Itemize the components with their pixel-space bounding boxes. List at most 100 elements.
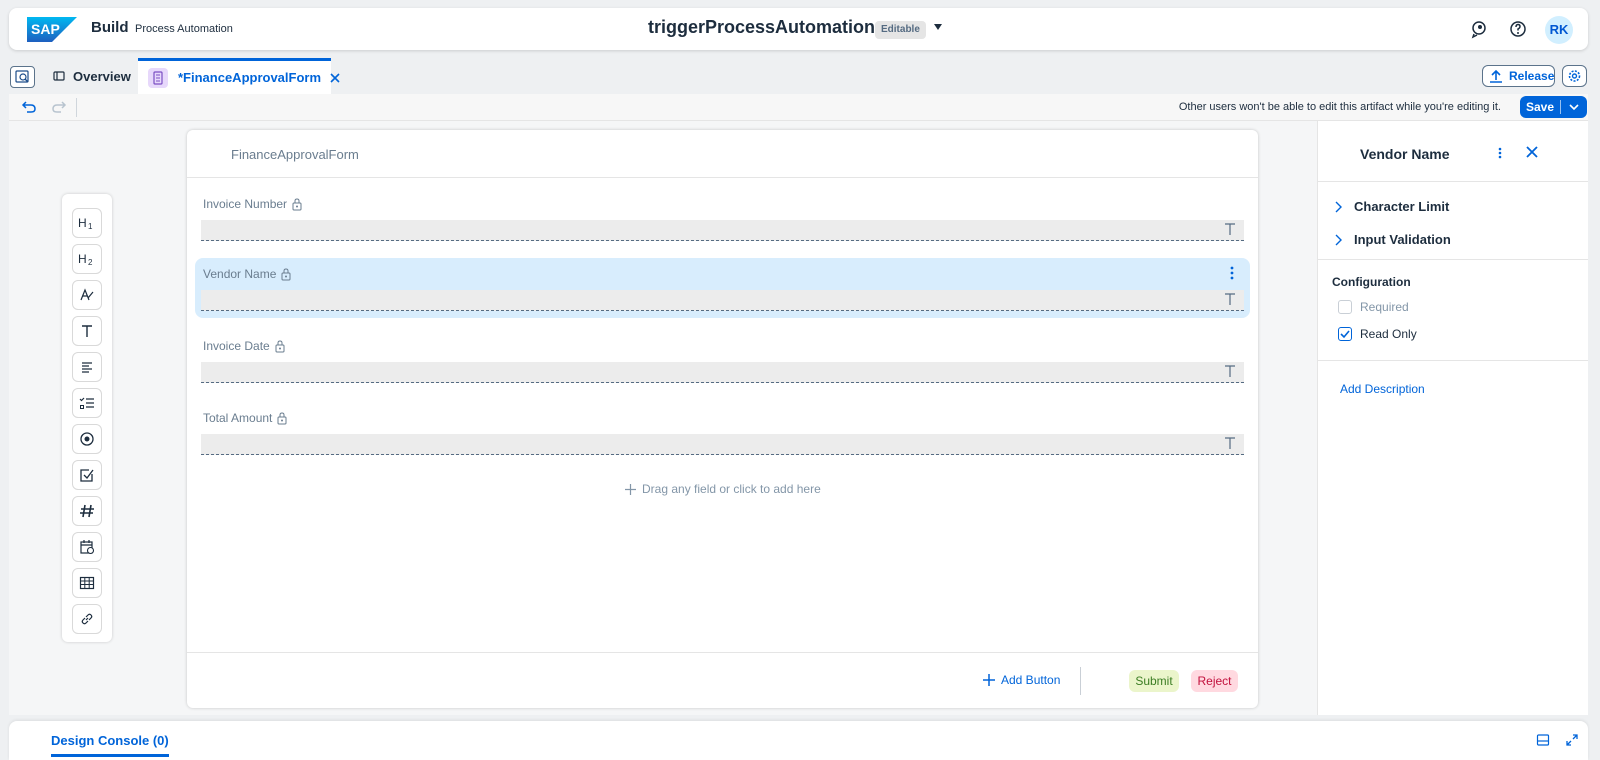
close-icon[interactable] [1525,145,1539,159]
redo-icon[interactable] [51,100,67,114]
text-type-icon [1224,436,1236,450]
search-objects-button[interactable] [10,66,35,88]
field-label: Vendor Name [203,267,291,281]
add-button-label: Add Button [1001,673,1061,687]
checkbox-tool[interactable] [72,460,102,490]
upload-icon [1489,69,1503,83]
plus-icon [625,483,636,495]
date-button[interactable] [72,532,102,562]
field-total-amount[interactable]: Total Amount [195,402,1250,462]
chevron-down-icon[interactable] [1568,102,1580,112]
form-title[interactable]: FinanceApprovalForm [231,147,359,162]
text-input[interactable] [201,290,1244,311]
properties-title: Vendor Name [1360,146,1450,162]
checklist-button[interactable] [72,388,102,418]
avatar[interactable]: RK [1545,16,1573,44]
expand-icon[interactable] [1565,733,1579,747]
heading1-icon: H1 [78,216,93,230]
release-button[interactable]: Release [1482,65,1555,87]
chevron-down-icon[interactable] [934,24,942,30]
tab-overview[interactable]: Overview [53,58,131,94]
feedback-icon[interactable] [1469,19,1489,39]
add-description-link[interactable]: Add Description [1340,382,1425,396]
text-type-icon [1224,292,1236,306]
text-input[interactable] [201,362,1244,383]
number-button[interactable] [72,496,102,526]
lock-icon [275,339,285,353]
link-button[interactable] [72,604,102,634]
sap-logo[interactable]: SAP [27,17,77,42]
chevron-right-icon [1334,201,1342,213]
section-input-validation[interactable]: Input Validation [1334,232,1451,247]
required-checkbox[interactable] [1338,300,1352,314]
checklist-icon [79,397,94,409]
release-label: Release [1509,69,1555,83]
field-palette: H1 H2 [62,194,112,642]
text-type-icon [1224,364,1236,378]
number-icon [80,504,94,518]
text-area-button[interactable] [72,352,102,382]
tab-finance-approval-form[interactable]: *FinanceApprovalForm [138,58,340,94]
read-only-checkbox-row[interactable]: Read Only [1338,327,1417,341]
radio-button-tool[interactable] [72,424,102,454]
form-icon [148,67,168,88]
text-field-icon [82,325,92,337]
drag-hint-text: Drag any field or click to add here [642,482,821,496]
section-label: Character Limit [1354,199,1450,214]
svg-text:SAP: SAP [31,21,60,37]
text-input[interactable] [201,434,1244,455]
text-input[interactable] [201,220,1244,241]
field-invoice-date[interactable]: Invoice Date [195,330,1250,390]
svg-text:H: H [78,216,87,230]
field-vendor-name[interactable]: Vendor Name [195,258,1250,318]
panel-layout-icon[interactable] [1536,733,1550,747]
lock-icon [281,267,291,281]
toolbar-divider [76,98,77,117]
divider [1318,181,1588,182]
form-card: FinanceApprovalForm Invoice Number Vendo… [187,130,1258,708]
paragraph-icon [80,288,94,301]
lock-info-text: Other users won't be able to edit this a… [1178,101,1501,113]
form-header: FinanceApprovalForm [187,130,1258,178]
help-icon[interactable] [1508,19,1528,39]
settings-button[interactable] [1562,65,1587,87]
field-invoice-number[interactable]: Invoice Number [195,188,1250,248]
save-label: Save [1525,100,1555,114]
heading1-button[interactable]: H1 [72,208,102,238]
checkmark-icon [1340,330,1350,339]
read-only-checkbox[interactable] [1338,327,1352,341]
svg-text:H: H [78,252,87,266]
tab-design-console[interactable]: Design Console (0) [51,733,169,757]
section-label: Input Validation [1354,232,1451,247]
radio-icon [80,432,94,446]
add-field-drop-zone[interactable]: Drag any field or click to add here [625,482,821,496]
submit-button[interactable]: Submit [1129,670,1179,692]
svg-text:2: 2 [88,258,93,266]
more-options-icon[interactable] [1230,266,1234,280]
text-field-button[interactable] [72,316,102,346]
form-footer: Add Button Submit Reject [187,652,1258,708]
editor-toolbar: Other users won't be able to edit this a… [9,94,1588,121]
overview-icon [53,70,65,82]
paragraph-button[interactable] [72,280,102,310]
lock-icon [292,197,302,211]
table-button[interactable] [72,568,102,598]
section-character-limit[interactable]: Character Limit [1334,199,1449,214]
heading2-icon: H2 [78,252,93,266]
more-options-icon[interactable] [1498,147,1502,159]
properties-panel: Vendor Name Character Limit Input Valida… [1317,121,1588,715]
read-only-label: Read Only [1360,327,1417,341]
reject-button[interactable]: Reject [1191,670,1238,692]
status-badge: Editable [875,21,926,39]
required-checkbox-row[interactable]: Required [1338,300,1409,314]
heading2-button[interactable]: H2 [72,244,102,274]
save-button[interactable]: Save [1520,96,1587,118]
close-icon[interactable] [329,72,341,84]
divider [1318,360,1588,361]
product-name: Process Automation [135,23,233,35]
add-button[interactable]: Add Button [983,673,1060,687]
date-icon [80,540,95,555]
plus-icon [983,674,995,686]
undo-icon[interactable] [21,100,37,114]
field-label-text: Invoice Number [203,197,288,211]
